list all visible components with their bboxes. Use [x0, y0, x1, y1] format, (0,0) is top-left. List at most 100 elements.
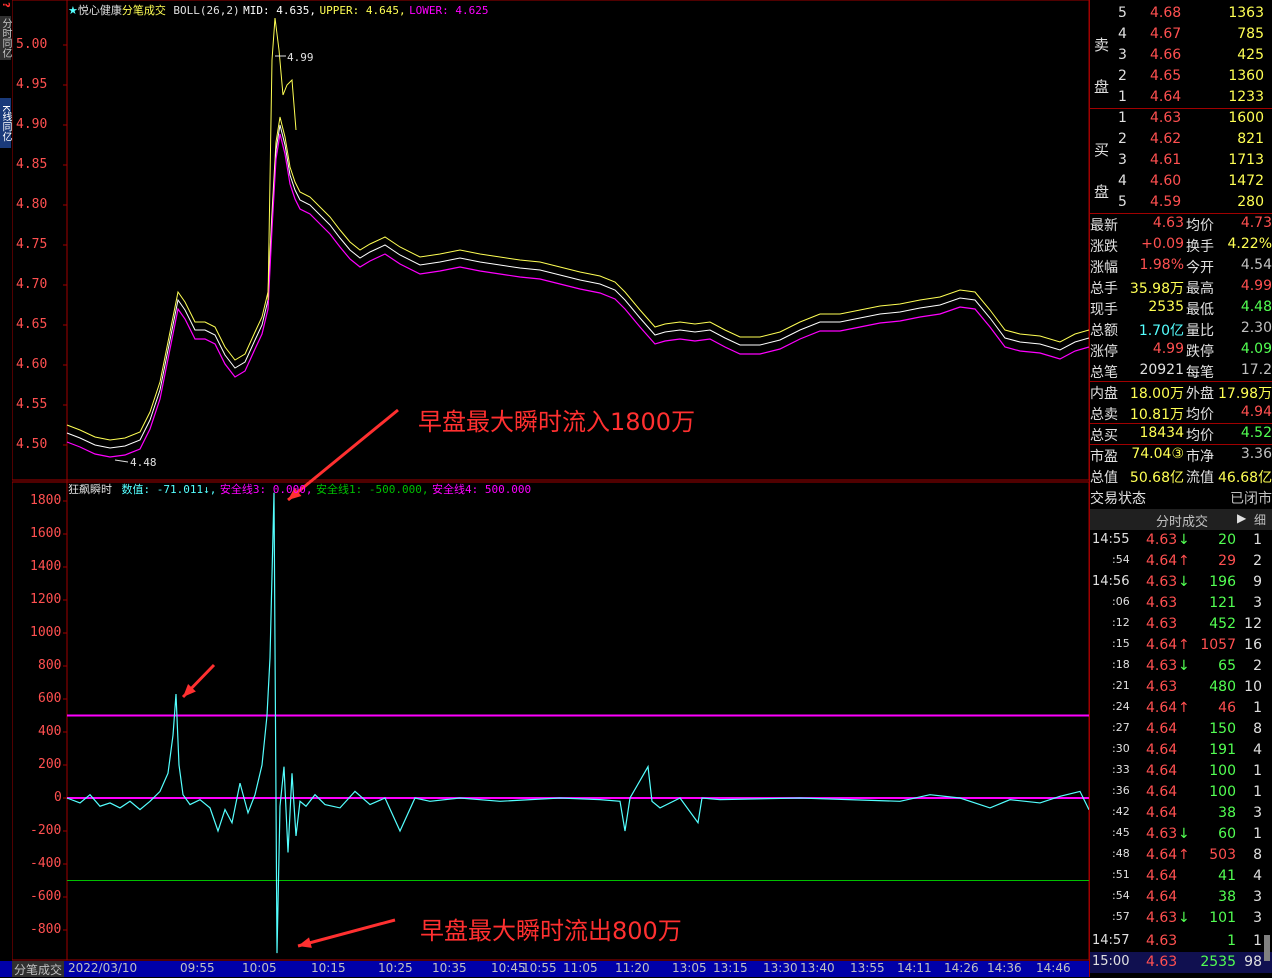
sell-row[interactable]: 1 4.64 1233: [1090, 87, 1272, 108]
stat-row[interactable]: 交易状态 已闭市: [1090, 486, 1272, 507]
time-label: 14:46: [1036, 961, 1071, 975]
tick-row[interactable]: :48 4.64 ↑ 503 8: [1090, 845, 1272, 866]
price-axis-label: 4.80: [16, 197, 48, 212]
price-axis-label: 4.55: [16, 397, 48, 412]
stat-key: 每笔: [1186, 365, 1214, 381]
tick-volume: 1: [1227, 933, 1236, 949]
tick-row[interactable]: :54 4.64 ↑ 29 2: [1090, 551, 1272, 572]
tick-row[interactable]: 14:57 4.63 1 1: [1090, 931, 1272, 952]
tick-row[interactable]: :42 4.64 38 3: [1090, 803, 1272, 824]
quote-panel: 卖 盘 买 盘 5 4.68 1363 4 4.67 785 3 4.66 425 2 4.65 13…: [1089, 0, 1272, 977]
tick-row[interactable]: :21 4.63 480 10: [1090, 677, 1272, 698]
tick-row[interactable]: :30 4.64 191 4: [1090, 740, 1272, 761]
volume: 1472: [1228, 173, 1264, 189]
price: 4.62: [1150, 131, 1182, 147]
tick-row[interactable]: :51 4.64 41 4: [1090, 866, 1272, 887]
bottom-tab[interactable]: 分笔成交: [12, 961, 65, 977]
tick-row[interactable]: :06 4.63 121 3: [1090, 593, 1272, 614]
stat-value: 20921: [1139, 362, 1184, 378]
sell-row[interactable]: 3 4.66 425: [1090, 45, 1272, 66]
stat-key: 今开: [1186, 260, 1214, 276]
tick-row[interactable]: :45 4.63 ↓ 60 1: [1090, 824, 1272, 845]
stat-value: 4.09: [1240, 341, 1272, 357]
scrollbar-thumb[interactable]: [1264, 935, 1270, 961]
tick-row[interactable]: :27 4.64 150 8: [1090, 719, 1272, 740]
sell-row[interactable]: 2 4.65 1360: [1090, 66, 1272, 87]
stat-key: 涨跌: [1090, 239, 1118, 255]
tick-count: 4: [1253, 742, 1262, 758]
stat-row[interactable]: 总手 35.98万 最高 4.99: [1090, 276, 1272, 297]
stat-row[interactable]: 现手 2535 最低 4.48: [1090, 297, 1272, 318]
tick-row[interactable]: :12 4.63 452 12: [1090, 614, 1272, 635]
price: 4.61: [1150, 152, 1182, 168]
time-label: 13:55: [850, 961, 885, 975]
stat-row[interactable]: 涨跌 +0.09 换手 4.22%: [1090, 234, 1272, 255]
tick-volume: 191: [1209, 742, 1236, 758]
stat-value: 4.99: [1152, 341, 1184, 357]
star-icon[interactable]: ★: [68, 4, 78, 17]
stat-row[interactable]: 总额 1.70亿 量比 2.30: [1090, 318, 1272, 339]
tick-row[interactable]: :33 4.64 100 1: [1090, 761, 1272, 782]
tick-volume: 20: [1218, 532, 1236, 548]
tick-row[interactable]: 14:56 4.63 ↓ 196 9: [1090, 572, 1272, 593]
tick-volume: 41: [1218, 868, 1236, 884]
buy-row[interactable]: 1 4.63 1600: [1090, 108, 1272, 129]
buy-row[interactable]: 4 4.60 1472: [1090, 171, 1272, 192]
tick-row[interactable]: :18 4.63 ↓ 65 2: [1090, 656, 1272, 677]
tick-count: 9: [1253, 574, 1262, 590]
tick-time: :54: [1112, 889, 1130, 902]
tick-time: :36: [1112, 784, 1130, 797]
tick-row[interactable]: :15 4.64 ↑ 1057 16: [1090, 635, 1272, 656]
boll-upper-line: [66, 116, 1089, 441]
play-icon[interactable]: ▶: [1237, 511, 1246, 525]
buy-row[interactable]: 3 4.61 1713: [1090, 150, 1272, 171]
sell-row[interactable]: 5 4.68 1363: [1090, 3, 1272, 24]
tick-row[interactable]: :54 4.64 38 3: [1090, 887, 1272, 908]
time-label: 11:20: [615, 961, 650, 975]
stat-row[interactable]: 总买 18434 均价 4.52: [1090, 423, 1272, 444]
flow-axis-label: 200: [38, 757, 62, 772]
stat-value: 4.52: [1240, 425, 1272, 441]
tick-count: 3: [1253, 910, 1262, 926]
stat-row[interactable]: 涨停 4.99 跌停 4.09: [1090, 339, 1272, 360]
mode-label[interactable]: 分笔成交: [122, 4, 166, 17]
price: 4.65: [1150, 68, 1182, 84]
stat-row[interactable]: 最新 4.63 均价 4.73: [1090, 213, 1272, 234]
detail-button[interactable]: 细: [1254, 511, 1266, 528]
tick-row[interactable]: 14:55 4.63 ↓ 20 1: [1090, 530, 1272, 551]
time-label: 10:25: [378, 961, 413, 975]
indicator-value: 数值: -71.011↓,: [121, 483, 217, 496]
stat-key: 流值: [1186, 470, 1214, 486]
stat-key: 内盘: [1090, 386, 1118, 402]
stat-row[interactable]: 总值 50.68亿 流值 46.68亿: [1090, 465, 1272, 486]
buy-row[interactable]: 5 4.59 280: [1090, 192, 1272, 213]
tick-volume: 2535: [1200, 954, 1236, 970]
volume: 1233: [1228, 89, 1264, 105]
outflow-annotation: 早盘最大瞬时流出800万: [420, 917, 682, 945]
tick-row[interactable]: :36 4.64 100 1: [1090, 782, 1272, 803]
flow-axis-label: 1400: [30, 559, 62, 574]
stat-key: 现手: [1090, 302, 1118, 318]
tick-row[interactable]: 15:00 4.63 2535 98: [1090, 952, 1272, 973]
stat-value: 1.98%: [1139, 257, 1184, 273]
tab-intraday[interactable]: 分时同亿: [0, 16, 11, 60]
price: 4.68: [1150, 5, 1182, 21]
tick-row[interactable]: :57 4.63 ↓ 101 3: [1090, 908, 1272, 929]
stat-row[interactable]: 市盈 74.04③ 市净 3.36: [1090, 444, 1272, 465]
tab-kline[interactable]: K线同亿: [0, 98, 11, 148]
tick-row[interactable]: :24 4.64 ↑ 46 1: [1090, 698, 1272, 719]
stat-row[interactable]: 涨幅 1.98% 今开 4.54: [1090, 255, 1272, 276]
tick-count: 3: [1253, 595, 1262, 611]
stat-key: 跌停: [1186, 344, 1214, 360]
stat-row[interactable]: 总笔 20921 每笔 17.2: [1090, 360, 1272, 381]
price-axis-label: 4.95: [16, 77, 48, 92]
stat-key: 均价: [1186, 407, 1214, 423]
buy-row[interactable]: 2 4.62 821: [1090, 129, 1272, 150]
volume: 425: [1237, 47, 1264, 63]
stat-row[interactable]: 总卖 10.81万 均价 4.94: [1090, 402, 1272, 423]
question-icon[interactable]: ?: [0, 2, 11, 8]
ticks-title[interactable]: 分时成交: [1156, 511, 1208, 530]
stat-row[interactable]: 内盘 18.00万 外盘 17.98万: [1090, 381, 1272, 402]
sell-row[interactable]: 4 4.67 785: [1090, 24, 1272, 45]
time-label: 13:05: [672, 961, 707, 975]
